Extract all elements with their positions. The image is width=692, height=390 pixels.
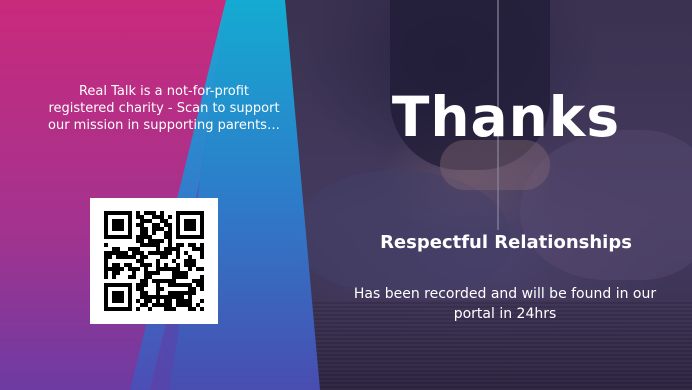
charity-blurb: Real Talk is a not-for-profit registered… (48, 84, 280, 133)
decorative-gradient-panels (0, 0, 320, 390)
recording-notice: Has been recorded and will be found in o… (353, 286, 657, 322)
thank-you-slide: Real Talk is a not-for-profit registered… (0, 0, 692, 390)
page-title: Thanks (391, 85, 621, 149)
session-title: Respectful Relationships (380, 232, 632, 253)
qr-code-graphic (104, 211, 204, 311)
donation-qr-code[interactable] (90, 198, 218, 324)
